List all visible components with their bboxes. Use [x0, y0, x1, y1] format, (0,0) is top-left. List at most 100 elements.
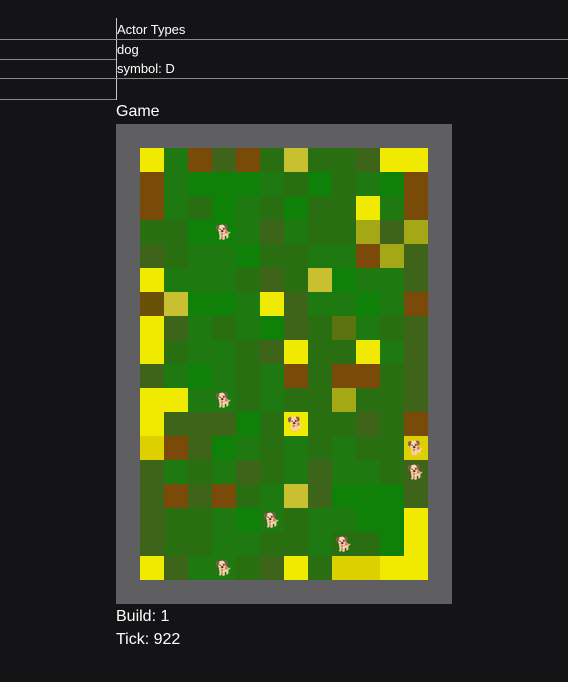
grid-tile[interactable]: [260, 556, 284, 580]
game-grid[interactable]: 🐕 🐕 🐕 🐕 🐕 🐕 🐕 🐕: [140, 148, 428, 580]
grid-tile[interactable]: [380, 412, 404, 436]
grid-tile[interactable]: [188, 148, 212, 172]
grid-tile[interactable]: [356, 460, 380, 484]
grid-tile[interactable]: [236, 292, 260, 316]
grid-tile[interactable]: [236, 340, 260, 364]
grid-tile[interactable]: [260, 292, 284, 316]
grid-tile[interactable]: [236, 196, 260, 220]
grid-tile[interactable]: [284, 436, 308, 460]
grid-tile[interactable]: [236, 220, 260, 244]
grid-tile[interactable]: [284, 340, 308, 364]
grid-tile[interactable]: [356, 340, 380, 364]
grid-tile[interactable]: [164, 316, 188, 340]
grid-tile[interactable]: [284, 244, 308, 268]
grid-tile[interactable]: [356, 484, 380, 508]
grid-tile[interactable]: [140, 364, 164, 388]
grid-tile[interactable]: [164, 508, 188, 532]
grid-tile[interactable]: [380, 484, 404, 508]
grid-tile[interactable]: [284, 532, 308, 556]
grid-tile[interactable]: [404, 532, 428, 556]
grid-tile[interactable]: [284, 292, 308, 316]
grid-tile[interactable]: [236, 268, 260, 292]
grid-tile[interactable]: [236, 388, 260, 412]
grid-tile[interactable]: [260, 412, 284, 436]
grid-tile[interactable]: [140, 508, 164, 532]
grid-tile[interactable]: [260, 532, 284, 556]
grid-tile[interactable]: [308, 484, 332, 508]
grid-tile[interactable]: [140, 532, 164, 556]
grid-tile[interactable]: [308, 388, 332, 412]
grid-tile[interactable]: [188, 388, 212, 412]
grid-tile[interactable]: [332, 220, 356, 244]
grid-tile[interactable]: [332, 172, 356, 196]
grid-tile[interactable]: [284, 508, 308, 532]
dog-icon[interactable]: 🐕: [212, 220, 236, 244]
grid-tile[interactable]: [140, 196, 164, 220]
grid-tile[interactable]: [212, 436, 236, 460]
actor-name[interactable]: dog: [117, 42, 139, 58]
grid-tile[interactable]: [332, 268, 356, 292]
grid-tile[interactable]: [164, 484, 188, 508]
dog-icon[interactable]: 🐕: [284, 412, 308, 436]
grid-tile[interactable]: [140, 484, 164, 508]
grid-tile[interactable]: [188, 196, 212, 220]
grid-tile[interactable]: [260, 172, 284, 196]
grid-tile[interactable]: [380, 556, 404, 580]
grid-tile[interactable]: [164, 196, 188, 220]
grid-tile[interactable]: [164, 148, 188, 172]
grid-tile[interactable]: [380, 388, 404, 412]
grid-tile[interactable]: [140, 316, 164, 340]
grid-tile[interactable]: [332, 556, 356, 580]
grid-tile[interactable]: [188, 484, 212, 508]
grid-tile[interactable]: [356, 532, 380, 556]
grid-tile[interactable]: [236, 412, 260, 436]
grid-tile[interactable]: [308, 220, 332, 244]
grid-tile[interactable]: [164, 556, 188, 580]
grid-tile[interactable]: [308, 364, 332, 388]
grid-tile[interactable]: [404, 172, 428, 196]
grid-tile[interactable]: [212, 148, 236, 172]
grid-tile[interactable]: [404, 220, 428, 244]
grid-tile[interactable]: [260, 196, 284, 220]
grid-tile[interactable]: [188, 172, 212, 196]
grid-tile[interactable]: [356, 292, 380, 316]
grid-tile[interactable]: [140, 340, 164, 364]
dog-icon[interactable]: 🐕: [212, 388, 236, 412]
grid-tile[interactable]: [332, 148, 356, 172]
grid-tile[interactable]: [284, 364, 308, 388]
grid-tile[interactable]: [308, 196, 332, 220]
grid-tile[interactable]: [140, 148, 164, 172]
grid-tile[interactable]: [260, 268, 284, 292]
grid-tile[interactable]: [164, 364, 188, 388]
grid-tile[interactable]: [212, 364, 236, 388]
grid-tile[interactable]: [188, 340, 212, 364]
grid-tile[interactable]: [212, 292, 236, 316]
dog-icon[interactable]: 🐕: [404, 460, 428, 484]
grid-tile[interactable]: [308, 316, 332, 340]
grid-tile[interactable]: [332, 436, 356, 460]
grid-tile[interactable]: [380, 220, 404, 244]
grid-tile[interactable]: [404, 244, 428, 268]
grid-tile[interactable]: [404, 508, 428, 532]
grid-tile[interactable]: [284, 484, 308, 508]
grid-tile[interactable]: [356, 244, 380, 268]
grid-tile[interactable]: [332, 484, 356, 508]
grid-tile[interactable]: [236, 532, 260, 556]
grid-tile[interactable]: [284, 196, 308, 220]
grid-tile[interactable]: [140, 388, 164, 412]
grid-tile[interactable]: [380, 268, 404, 292]
grid-tile[interactable]: [332, 508, 356, 532]
grid-tile[interactable]: [260, 148, 284, 172]
grid-tile[interactable]: [356, 556, 380, 580]
grid-tile[interactable]: [332, 388, 356, 412]
grid-tile[interactable]: [356, 436, 380, 460]
grid-tile[interactable]: [332, 196, 356, 220]
grid-tile[interactable]: [356, 508, 380, 532]
grid-tile[interactable]: [356, 172, 380, 196]
grid-tile[interactable]: [380, 316, 404, 340]
grid-tile[interactable]: [140, 244, 164, 268]
grid-tile[interactable]: [380, 508, 404, 532]
grid-tile[interactable]: [284, 460, 308, 484]
grid-tile[interactable]: [236, 316, 260, 340]
grid-tile[interactable]: [380, 148, 404, 172]
